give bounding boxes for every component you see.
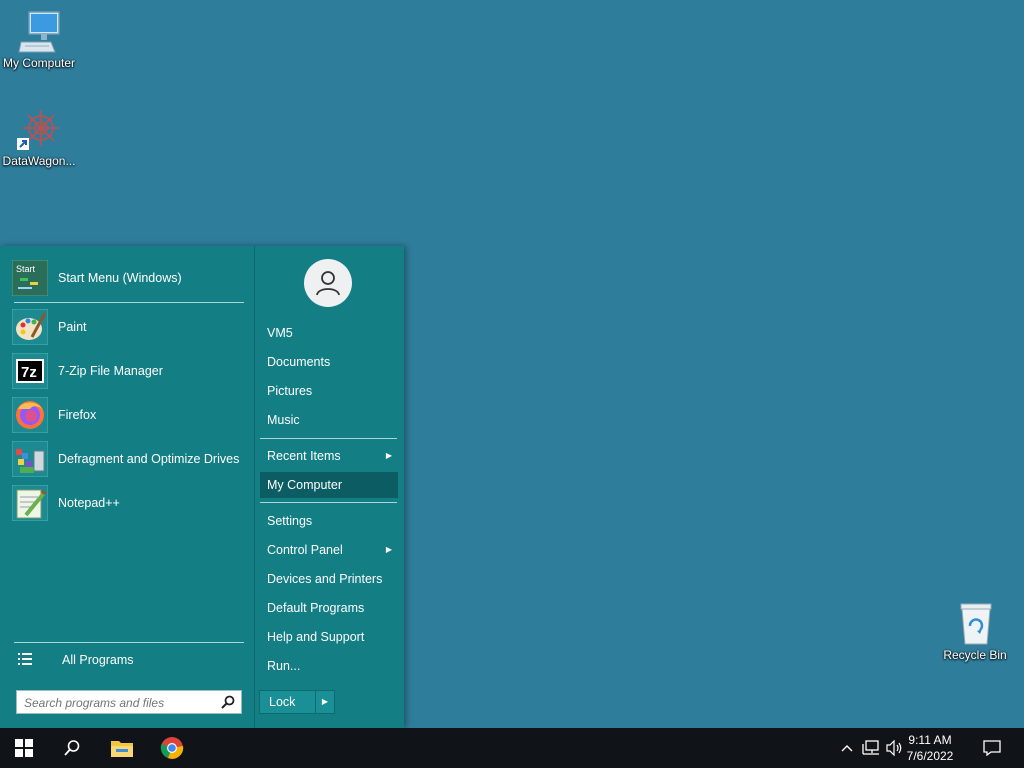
notepadpp-icon — [11, 484, 49, 522]
list-icon — [12, 652, 48, 669]
firefox-icon — [11, 396, 49, 434]
defrag-icon — [11, 440, 49, 478]
clock-date: 7/6/2022 — [906, 749, 954, 763]
desktop-icon-recycle-bin[interactable]: Recycle Bin — [937, 602, 1013, 662]
desktop-icon-label: My Computer — [2, 56, 76, 70]
link-label: Control Panel — [267, 543, 343, 557]
lock-button[interactable]: Lock ▶ — [259, 690, 335, 714]
computer-icon — [17, 10, 61, 54]
link-label: Help and Support — [267, 630, 365, 644]
program-label: Firefox — [58, 407, 97, 422]
all-programs-button[interactable]: All Programs — [12, 640, 244, 680]
file-explorer-icon[interactable] — [98, 728, 146, 768]
taskbar: 9:11 AM 7/6/2022 — [0, 728, 1024, 768]
program-paint[interactable]: Paint — [11, 307, 244, 347]
program-notepadpp[interactable]: Notepad++ — [11, 483, 244, 523]
search-input[interactable] — [22, 692, 216, 714]
link-label: Default Programs — [267, 601, 365, 615]
program-firefox[interactable]: Firefox — [11, 395, 244, 435]
avatar[interactable] — [304, 259, 352, 307]
start-menu: Start Start Menu (Windows) Paint 7z 7-Zi… — [0, 246, 404, 728]
recycle-bin-icon — [953, 602, 997, 646]
all-programs-label: All Programs — [62, 652, 134, 667]
taskbar-search-icon[interactable] — [48, 728, 96, 768]
link-run[interactable]: Run... — [260, 653, 398, 679]
link-label: Pictures — [267, 384, 313, 398]
program-label: 7-Zip File Manager — [58, 363, 163, 378]
7zip-icon-text: 7z — [21, 364, 37, 381]
start-icon-text: Start — [16, 264, 36, 274]
program-label: Defragment and Optimize Drives — [58, 451, 240, 466]
start-menu-links-column: VM5 Documents Pictures Music Recent Item… — [254, 246, 405, 728]
link-label: Music — [267, 413, 300, 427]
search-box[interactable] — [16, 690, 242, 714]
link-label: Devices and Printers — [267, 572, 383, 586]
chevron-right-icon: ▶ — [385, 545, 392, 554]
chevron-up-icon[interactable] — [838, 728, 856, 768]
desktop-icon-label: Recycle Bin — [943, 648, 1007, 662]
program-label: Paint — [58, 319, 87, 334]
start-menu-icon: Start — [11, 259, 49, 297]
link-help-support[interactable]: Help and Support — [260, 624, 398, 650]
program-start-menu-windows[interactable]: Start Start Menu (Windows) — [11, 258, 244, 298]
link-label: My Computer — [267, 478, 343, 492]
link-default-programs[interactable]: Default Programs — [260, 595, 398, 621]
separator — [260, 502, 397, 503]
start-button[interactable] — [0, 728, 48, 768]
link-label: Run... — [267, 659, 301, 673]
link-control-panel[interactable]: Control Panel ▶ — [260, 537, 398, 563]
link-label: VM5 — [267, 326, 293, 340]
link-pictures[interactable]: Pictures — [260, 378, 398, 404]
link-label: Recent Items — [267, 449, 341, 463]
windows-logo-icon — [15, 739, 33, 757]
link-settings[interactable]: Settings — [260, 508, 398, 534]
program-defragment[interactable]: Defragment and Optimize Drives — [11, 439, 244, 479]
link-label: Documents — [267, 355, 331, 369]
link-recent-items[interactable]: Recent Items ▶ — [260, 443, 398, 469]
program-label: Notepad++ — [58, 495, 120, 510]
desktop-icon-datawagon[interactable]: DataWagon... — [1, 108, 77, 168]
link-user[interactable]: VM5 — [260, 320, 398, 346]
separator — [14, 302, 244, 303]
program-label: Start Menu (Windows) — [58, 270, 182, 285]
user-icon — [316, 271, 340, 296]
search-icon[interactable] — [221, 695, 235, 709]
link-documents[interactable]: Documents — [260, 349, 398, 375]
clock-time: 9:11 AM — [908, 733, 952, 747]
link-music[interactable]: Music — [260, 407, 398, 433]
start-menu-programs-column: Start Start Menu (Windows) Paint 7z 7-Zi… — [0, 246, 254, 728]
link-devices-printers[interactable]: Devices and Printers — [260, 566, 398, 592]
link-label: Settings — [267, 514, 313, 528]
desktop-icon-label: DataWagon... — [2, 154, 76, 168]
program-7zip[interactable]: 7z 7-Zip File Manager — [11, 351, 244, 391]
network-icon[interactable] — [860, 728, 882, 768]
lock-label: Lock — [269, 695, 296, 709]
desktop-icon-my-computer[interactable]: My Computer — [1, 10, 77, 70]
chevron-right-icon[interactable]: ▶ — [315, 691, 334, 713]
chrome-icon[interactable] — [148, 728, 196, 768]
separator — [260, 438, 397, 439]
notification-center-icon[interactable] — [976, 728, 1008, 768]
link-my-computer[interactable]: My Computer — [260, 472, 398, 498]
taskbar-clock[interactable]: 9:11 AM 7/6/2022 — [898, 732, 962, 764]
7zip-icon: 7z — [11, 352, 49, 390]
datawagon-icon — [17, 108, 61, 152]
paint-icon — [11, 308, 49, 346]
chevron-right-icon: ▶ — [385, 451, 392, 460]
